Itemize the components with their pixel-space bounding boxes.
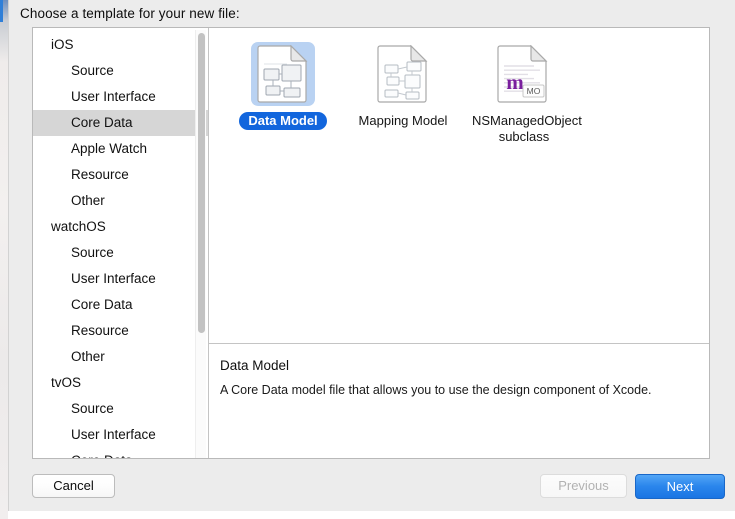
template-label: NSManagedObject subclass [472, 113, 582, 144]
sidebar-item-user-interface[interactable]: User Interface [33, 266, 208, 292]
svg-text:m: m [506, 70, 524, 94]
template-cell-nsmanagedobject-subclass[interactable]: m MO NSManagedObject subclass [463, 40, 583, 146]
sidebar-scrollbar-thumb[interactable] [198, 33, 205, 333]
description-title: Data Model [220, 358, 290, 373]
previous-button[interactable]: Previous [540, 474, 627, 498]
sidebar-item-tvos[interactable]: tvOS [33, 370, 208, 396]
sidebar-item-watchos[interactable]: watchOS [33, 214, 208, 240]
next-button[interactable]: Next [635, 474, 725, 499]
template-pane: Data Model Mapping Model m MO NSManagedObjec… [209, 28, 709, 458]
sidebar-item-core-data[interactable]: Core Data [33, 448, 208, 458]
sidebar-item-other[interactable]: Other [33, 344, 208, 370]
content-frame: iOS Source User Interface Core Data Apple Wa… [32, 27, 710, 459]
sidebar-item-resource[interactable]: Resource [33, 318, 208, 344]
platform-category-sidebar[interactable]: iOS Source User Interface Core Data Apple Wa… [33, 28, 209, 458]
sidebar-item-apple-watch[interactable]: Apple Watch [33, 136, 208, 162]
description-body: A Core Data model file that allows you t… [220, 383, 652, 397]
template-cell-mapping-model[interactable]: Mapping Model [343, 40, 463, 130]
sidebar-item-source[interactable]: Source [33, 58, 208, 84]
svg-text:MO: MO [527, 86, 541, 96]
template-grid[interactable]: Data Model Mapping Model m MO NSManagedObjec… [209, 28, 709, 343]
sidebar-item-user-interface[interactable]: User Interface [33, 422, 208, 448]
template-label: Mapping Model [358, 113, 448, 128]
sidebar-item-other[interactable]: Other [33, 188, 208, 214]
sidebar-item-resource[interactable]: Resource [33, 162, 208, 188]
sidebar-scrollbar-track[interactable] [195, 30, 206, 458]
cancel-button[interactable]: Cancel [32, 474, 115, 498]
desktop-background-strip [0, 0, 8, 519]
sidebar-item-ios[interactable]: iOS [33, 32, 208, 58]
template-label: Data Model [239, 112, 327, 130]
platform-category-list[interactable]: iOS Source User Interface Core Data Apple Wa… [33, 32, 208, 458]
sidebar-item-core-data[interactable]: Core Data [33, 292, 208, 318]
sidebar-item-core-data[interactable]: Core Data [33, 110, 208, 136]
nsmanagedobject-document-icon: m MO [491, 42, 555, 106]
data-model-document-icon [251, 42, 315, 106]
new-file-template-sheet: Choose a template for your new file: iOS… [8, 0, 735, 511]
sidebar-item-user-interface[interactable]: User Interface [33, 84, 208, 110]
mapping-model-document-icon [371, 42, 435, 106]
template-cell-data-model[interactable]: Data Model [223, 40, 343, 130]
sidebar-item-source[interactable]: Source [33, 240, 208, 266]
sheet-title: Choose a template for your new file: [20, 6, 240, 21]
description-panel: Data Model A Core Data model file that a… [209, 344, 709, 458]
sidebar-item-source[interactable]: Source [33, 396, 208, 422]
